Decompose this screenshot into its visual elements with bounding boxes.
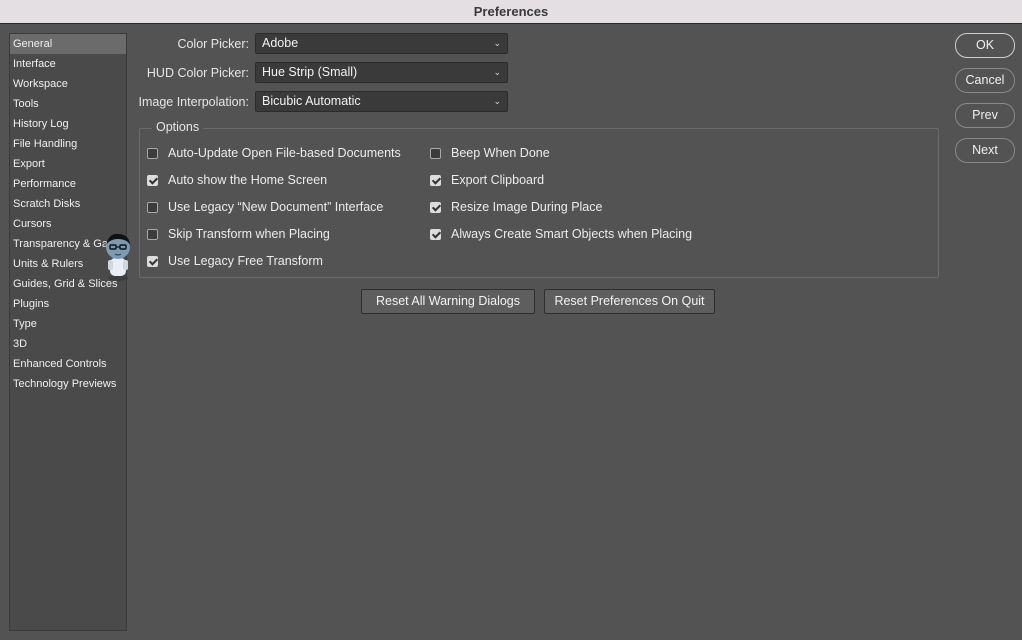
image-interpolation-select[interactable]: Bicubic Automatic ⌄: [255, 91, 508, 112]
option-smart-objects-placing[interactable]: Always Create Smart Objects when Placing: [430, 225, 692, 243]
checkbox-checked-icon[interactable]: [147, 255, 158, 267]
checkbox-checked-icon[interactable]: [430, 201, 441, 213]
option-label: Use Legacy “New Document” Interface: [168, 200, 384, 214]
color-picker-value: Adobe: [262, 36, 299, 50]
hud-color-picker-select[interactable]: Hue Strip (Small) ⌄: [255, 62, 508, 83]
option-label: Auto-Update Open File-based Documents: [168, 146, 401, 160]
chevron-down-icon: ⌄: [493, 67, 501, 77]
sidebar-item-workspace[interactable]: Workspace: [10, 74, 126, 94]
option-label: Auto show the Home Screen: [168, 173, 328, 187]
options-legend: Options: [152, 120, 204, 134]
color-picker-select[interactable]: Adobe ⌄: [255, 33, 508, 54]
option-beep-when-done[interactable]: Beep When Done: [430, 144, 550, 162]
checkbox-checked-icon[interactable]: [430, 228, 441, 240]
option-label: Use Legacy Free Transform: [168, 254, 323, 268]
option-resize-during-place[interactable]: Resize Image During Place: [430, 198, 602, 216]
option-label: Always Create Smart Objects when Placing: [451, 227, 693, 241]
option-export-clipboard[interactable]: Export Clipboard: [430, 171, 544, 189]
mascot-sticker-icon: [106, 233, 130, 281]
option-label: Resize Image During Place: [451, 200, 603, 214]
hud-color-picker-label: HUD Color Picker:: [146, 66, 249, 80]
image-interpolation-label: Image Interpolation:: [138, 95, 250, 109]
next-button[interactable]: Next: [955, 138, 1015, 163]
reset-warning-dialogs-button[interactable]: Reset All Warning Dialogs: [361, 289, 535, 314]
preferences-sidebar: General Interface Workspace Tools Histor…: [9, 33, 127, 631]
sidebar-item-export[interactable]: Export: [10, 154, 126, 174]
prev-button[interactable]: Prev: [955, 103, 1015, 128]
ok-button[interactable]: OK: [955, 33, 1015, 58]
sidebar-item-general[interactable]: General: [10, 34, 126, 54]
chevron-down-icon: ⌄: [493, 38, 501, 48]
checkbox-icon[interactable]: [430, 147, 441, 159]
option-auto-show-home-screen[interactable]: Auto show the Home Screen: [147, 171, 327, 189]
sidebar-item-scratch-disks[interactable]: Scratch Disks: [10, 194, 126, 214]
sidebar-item-file-handling[interactable]: File Handling: [10, 134, 126, 154]
window-title: Preferences: [0, 0, 1022, 24]
checkbox-checked-icon[interactable]: [147, 174, 158, 186]
cancel-button[interactable]: Cancel: [955, 68, 1015, 93]
option-legacy-new-document[interactable]: Use Legacy “New Document” Interface: [147, 198, 383, 216]
sidebar-item-plugins[interactable]: Plugins: [10, 294, 126, 314]
color-picker-label: Color Picker:: [177, 37, 249, 51]
checkbox-icon[interactable]: [147, 201, 158, 213]
sidebar-item-enhanced-controls[interactable]: Enhanced Controls: [10, 354, 126, 374]
checkbox-icon[interactable]: [147, 228, 158, 240]
option-auto-update-documents[interactable]: Auto-Update Open File-based Documents: [147, 144, 401, 162]
hud-color-picker-value: Hue Strip (Small): [262, 65, 358, 79]
option-skip-transform[interactable]: Skip Transform when Placing: [147, 225, 330, 243]
sidebar-item-3d[interactable]: 3D: [10, 334, 126, 354]
option-label: Beep When Done: [451, 146, 550, 160]
sidebar-item-type[interactable]: Type: [10, 314, 126, 334]
option-label: Export Clipboard: [451, 173, 545, 187]
image-interpolation-value: Bicubic Automatic: [262, 94, 361, 108]
sidebar-item-performance[interactable]: Performance: [10, 174, 126, 194]
checkbox-icon[interactable]: [147, 147, 158, 159]
reset-preferences-on-quit-button[interactable]: Reset Preferences On Quit: [544, 289, 715, 314]
sidebar-item-tools[interactable]: Tools: [10, 94, 126, 114]
sidebar-item-history-log[interactable]: History Log: [10, 114, 126, 134]
checkbox-checked-icon[interactable]: [430, 174, 441, 186]
chevron-down-icon: ⌄: [493, 96, 501, 106]
option-label: Skip Transform when Placing: [168, 227, 330, 241]
sidebar-item-technology-previews[interactable]: Technology Previews: [10, 374, 126, 394]
option-legacy-free-transform[interactable]: Use Legacy Free Transform: [147, 252, 323, 270]
sidebar-item-interface[interactable]: Interface: [10, 54, 126, 74]
